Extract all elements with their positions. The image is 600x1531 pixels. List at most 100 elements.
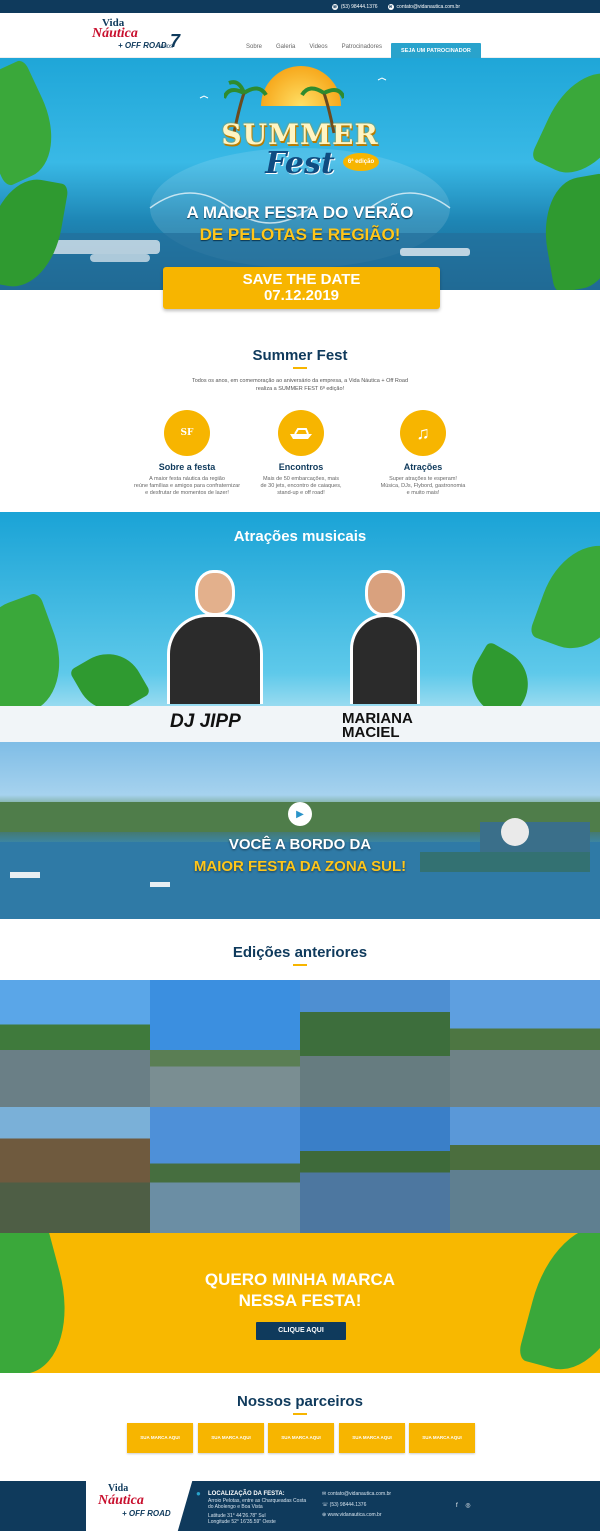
site-footer: Vida Náutica + OFF ROAD ● LOCALIZAÇÃO DA… [0,1475,600,1531]
site-logo[interactable]: Vida Náutica + OFF ROAD anos 7 [88,17,188,53]
feature-desc-line: stand-up e off road! [277,490,325,496]
gallery-photo[interactable] [300,980,450,1107]
phone-contact[interactable]: ☏ (53) 98444.1376 [331,3,378,10]
about-section: Summer Fest Todos os anos, em comemoraçã… [0,347,600,393]
feature-desc-line: Super atrações te esperam! [389,476,457,482]
title-underline [293,1413,307,1415]
video-background [0,802,600,919]
location-block: ● LOCALIZAÇÃO DA FESTA: Arroio Pelotas, … [196,1490,306,1526]
facebook-icon[interactable]: f [456,1503,458,1509]
gallery-photo[interactable] [450,980,600,1107]
artist-mariana-photo [330,570,440,704]
footer-social: f ◎ [456,1503,471,1510]
footer-site[interactable]: ⊕ www.vidanautica.com.br [322,1512,391,1519]
palm-leaf-left [0,591,77,723]
edition-badge: 6ª edição [343,153,379,171]
artist-name-last: MACIEL [342,724,400,741]
nav-item-sobre[interactable]: Sobre [246,44,262,50]
about-intro-line-1: Todos os anos, em comemoração ao anivers… [191,378,409,384]
footer-phone-text: (53) 98444.1376 [329,1501,367,1508]
feature-title: Sobre a festa [158,462,216,472]
feature-encontros: Encontros Mais de 50 embarcações, mais d… [241,410,361,497]
about-intro-line-2: realiza a SUMMER FEST 6ª edição! [255,386,345,392]
feature-sobre: SF Sobre a festa A maior festa náutica d… [127,410,247,497]
nav-item-videos[interactable]: Videos [309,44,327,50]
gallery-photo[interactable] [150,1106,300,1233]
click-here-button[interactable]: CLIQUE AQUI [256,1322,346,1340]
about-intro: Todos os anos, em comemoração ao anivers… [0,377,600,393]
footer-email-text: contato@vidanautica.com.br [327,1491,392,1497]
feature-title: Atrações [403,462,443,472]
partner-slot[interactable]: SUA MARCA AQUI [339,1423,405,1453]
email-contact[interactable]: ✉ contato@vidanautica.com.br [387,3,460,10]
nav-item-galeria[interactable]: Galeria [276,44,295,50]
artist-name-mariana: MARIANA MACIEL [342,711,413,741]
music-title: Atrações musicais [233,528,367,545]
hero-tagline-1: A MAIOR FESTA DO VERÃO [186,203,414,222]
feature-desc-line: Música, DJs, Flybord, gastronomia [380,483,466,489]
video-headline-2: MAIOR FESTA DA ZONA SUL! [193,858,407,875]
feature-desc: Mais de 50 embarcações, mais de 30 jets,… [241,476,361,497]
partner-slot[interactable]: SUA MARCA AQUI [198,1423,264,1453]
save-the-date-value: 07.12.2019 [263,287,340,304]
main-navbar: Vida Náutica + OFF ROAD anos 7 Sobre Gal… [0,13,600,59]
mail-icon: ✉ [387,3,394,10]
location-line-2: do Abolengo e Boa Vista [208,1504,263,1510]
palm-leaf-right [528,531,600,663]
about-title: Summer Fest [252,347,348,364]
gallery-photo[interactable] [0,980,150,1107]
footer-site-text: www.vidanautica.com.br [327,1512,382,1518]
feature-atracoes: ♫ Atrações Super atrações te esperam! Mú… [363,410,483,497]
title-underline [293,367,307,369]
gallery-photo[interactable] [300,1106,450,1233]
feature-desc-line: reúne famílias e amigos para confraterni… [133,483,241,489]
email-text: contato@vidanautica.com.br [396,3,460,10]
title-underline [293,964,307,966]
save-the-date-label: SAVE THE DATE [242,271,361,288]
play-icon: ▶ [296,808,304,820]
hero-tagline-2: DE PELOTAS E REGIÃO! [199,225,401,244]
footer-contacts: ✉ contato@vidanautica.com.br ☏ (53) 9844… [322,1491,391,1519]
gallery-photo[interactable] [0,1106,150,1233]
feature-desc-line: e muito mais! [406,490,440,496]
map-pin-icon: ● [196,1489,201,1498]
partners-title: Nossos parceiros [237,1393,363,1410]
artist-name-dj: DJ JIPP [170,711,241,732]
music-section: Atrações musicais DJ JIPP MARIANA MACIEL [0,512,600,742]
become-sponsor-button[interactable]: SEJA UM PATROCINADOR [391,43,481,59]
instagram-icon[interactable]: ◎ [465,1503,470,1509]
partners-header: Nossos parceiros [0,1393,600,1415]
feature-title: Encontros [278,462,324,472]
cta-headline: QUERO MINHA MARCA NESSA FESTA! [0,1269,600,1311]
logo-nautica: Náutica [92,26,138,41]
music-note-icon: ♫ [400,410,446,456]
whatsapp-icon: ☏ [322,1501,330,1508]
previous-editions-header: Edições anteriores [0,944,600,966]
partner-slot[interactable]: SUA MARCA AQUI [127,1423,193,1453]
footer-phone[interactable]: ☏ (53) 98444.1376 [322,1502,391,1509]
sponsor-cta-section: QUERO MINHA MARCA NESSA FESTA! CLIQUE AQ… [0,1233,600,1373]
video-headline-1: VOCÊ A BORDO DA [228,836,372,853]
summer-fest-logo-icon: SF [164,410,210,456]
previous-editions-title: Edições anteriores [232,944,368,961]
feature-desc-line: Mais de 50 embarcações, mais [262,476,340,482]
nav-item-patrocinadores[interactable]: Patrocinadores [342,44,382,50]
footer-logo[interactable]: Vida Náutica + OFF ROAD [86,1475,194,1531]
play-button[interactable]: ▶ [288,802,312,826]
save-the-date-box: SAVE THE DATE 07.12.2019 [163,267,440,309]
main-menu: Sobre Galeria Videos Patrocinadores [246,44,382,50]
footer-email[interactable]: ✉ contato@vidanautica.com.br [322,1491,391,1498]
artists-name-bar: DJ JIPP MARIANA MACIEL [0,706,600,742]
feature-desc-line: de 30 jets, encontro de caiaques, [260,483,342,489]
partner-slot[interactable]: SUA MARCA AQUI [268,1423,334,1453]
partner-slot[interactable]: SUA MARCA AQUI [409,1423,475,1453]
whatsapp-icon: ☏ [331,3,338,10]
feature-desc-line: A maior festa náutica da região [149,476,225,482]
artist-dj-photo [160,570,270,704]
gallery-photo[interactable] [450,1106,600,1233]
video-section[interactable] [0,742,600,919]
gallery-photo[interactable] [150,980,300,1107]
cta-headline-line-1: QUERO MINHA MARCA [204,1270,396,1289]
footer-logo-offroad: + OFF ROAD [122,1509,171,1518]
feature-desc: Super atrações te esperam! Música, DJs, … [363,476,483,497]
